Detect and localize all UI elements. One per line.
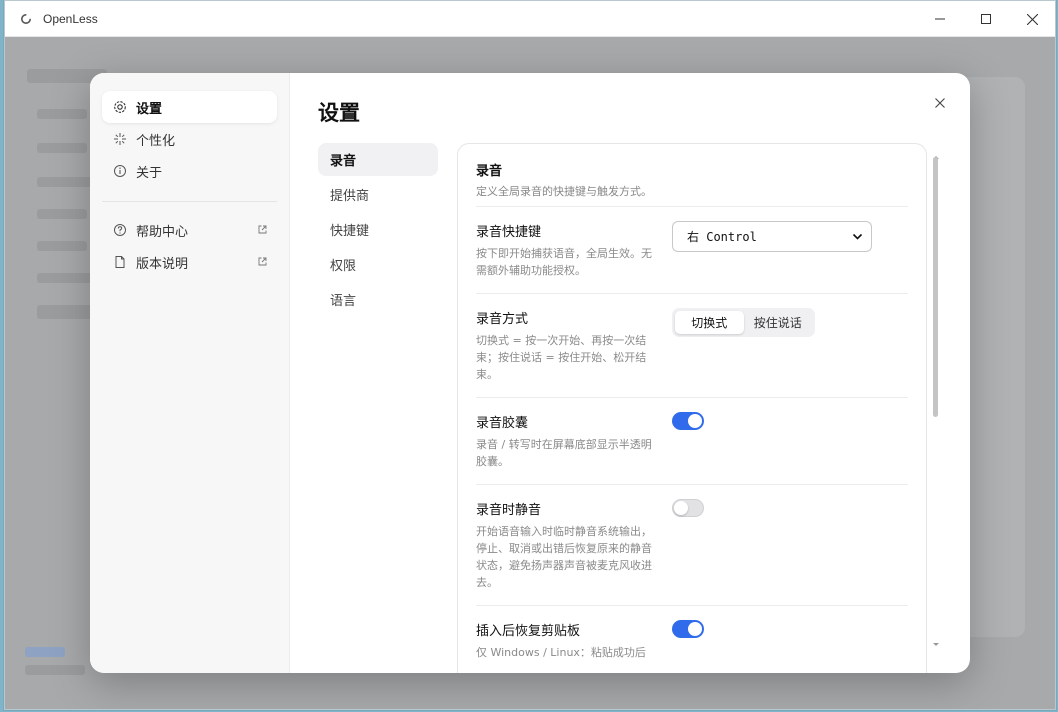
restore-clipboard-toggle[interactable] [672, 620, 704, 638]
mute-toggle[interactable] [672, 499, 704, 517]
setting-title: 插入后恢复剪贴板 [476, 624, 581, 639]
tab-permissions[interactable]: 权限 [318, 248, 438, 281]
title-bar: OpenLess [5, 1, 1055, 37]
info-icon [112, 163, 128, 179]
document-icon [112, 254, 128, 270]
sidebar-item-label: 个性化 [136, 133, 176, 149]
maximize-button[interactable] [963, 1, 1009, 37]
setting-title: 录音方式 [476, 312, 529, 327]
mode-option-toggle[interactable]: 切换式 [675, 311, 744, 334]
scroll-down-arrow-icon[interactable] [932, 633, 940, 652]
capsule-toggle[interactable] [672, 412, 704, 430]
tab-providers[interactable]: 提供商 [318, 178, 438, 211]
toggle-knob [688, 414, 702, 428]
setting-description: 切换式 = 按一次开始、再按一次结束；按住说话 = 按住开始、松开结束。 [476, 334, 647, 381]
external-link-icon [258, 223, 267, 238]
close-icon [935, 98, 945, 108]
minimize-button[interactable] [917, 1, 963, 37]
setting-title: 录音快捷键 [476, 225, 542, 240]
window-close-icon [1026, 13, 1038, 25]
sidebar-link-label: 版本说明 [136, 256, 189, 272]
setting-row-mode: 录音方式 切换式 = 按一次开始、再按一次结束；按住说话 = 按住开始、松开结束… [476, 294, 908, 398]
help-icon [112, 222, 128, 238]
window-close-button[interactable] [1009, 1, 1055, 37]
settings-subnav: 录音 提供商 快捷键 权限 语言 [318, 143, 438, 318]
hotkey-select[interactable]: 右 Control [672, 221, 872, 252]
content-scrollbar[interactable] [932, 145, 940, 646]
recording-mode-segmented-control: 切换式 按住说话 [672, 308, 815, 337]
app-logo-icon [19, 12, 33, 26]
window-controls [917, 1, 1055, 37]
setting-title: 录音时静音 [476, 503, 542, 518]
section-header: 录音 定义全局录音的快捷键与触发方式。 [476, 160, 908, 207]
section-title: 录音 [476, 164, 503, 179]
setting-description: 开始语音输入时临时静音系统输出，停止、取消或出错后恢复原来的静音状态，避免扬声器… [476, 525, 652, 589]
section-description: 定义全局录音的快捷键与触发方式。 [476, 185, 652, 198]
setting-description: 按下即开始捕获语音，全局生效。无需额外辅助功能授权。 [476, 247, 652, 277]
toggle-knob [688, 622, 702, 636]
settings-content-panel: 录音 定义全局录音的快捷键与触发方式。 录音快捷键 按下即开始捕获语音，全局生效… [457, 143, 927, 673]
setting-description: 仅 Windows / Linux：粘贴成功后 [476, 646, 646, 659]
sidebar-item-label: 关于 [136, 165, 163, 181]
sparkle-icon [112, 131, 128, 147]
external-link-icon [258, 255, 267, 270]
hotkey-select-value: 右 Control [687, 230, 757, 244]
setting-description: 录音 / 转写时在屏幕底部显示半透明胶囊。 [476, 438, 652, 468]
setting-row-hotkey: 录音快捷键 按下即开始捕获语音，全局生效。无需额外辅助功能授权。 右 Contr… [476, 207, 908, 294]
setting-row-capsule: 录音胶囊 录音 / 转写时在屏幕底部显示半透明胶囊。 [476, 398, 908, 485]
settings-sidebar: 设置 个性化 关于 帮助中心 版本说明 [90, 73, 290, 673]
settings-dialog: 设置 个性化 关于 帮助中心 版本说明 设置 录音 提供商 快捷键 权限 语言 … [90, 73, 970, 673]
dialog-title: 设置 [318, 101, 360, 125]
tab-shortcuts[interactable]: 快捷键 [318, 213, 438, 246]
dialog-close-button[interactable] [930, 93, 950, 113]
setting-row-mute: 录音时静音 开始语音输入时临时静音系统输出，停止、取消或出错后恢复原来的静音状态… [476, 485, 908, 606]
sidebar-link-label: 帮助中心 [136, 224, 189, 240]
sidebar-item-settings[interactable]: 设置 [102, 91, 277, 123]
chevron-down-icon [852, 231, 863, 245]
sidebar-link-help-center[interactable]: 帮助中心 [102, 214, 277, 246]
scrollbar-thumb[interactable] [933, 157, 938, 417]
setting-title: 录音胶囊 [476, 416, 529, 431]
app-window: OpenLess 设置 个性化 关于 帮助中心 版本说明 设置 录音 提供商 快… [4, 0, 1056, 710]
minimize-icon [935, 18, 945, 20]
sidebar-item-personalize[interactable]: 个性化 [102, 123, 277, 155]
sidebar-link-release-notes[interactable]: 版本说明 [102, 246, 277, 278]
sidebar-divider [102, 201, 277, 202]
sidebar-item-label: 设置 [136, 101, 163, 117]
maximize-icon [981, 14, 991, 24]
tab-language[interactable]: 语言 [318, 283, 438, 316]
window-title: OpenLess [43, 11, 98, 26]
sidebar-item-about[interactable]: 关于 [102, 155, 277, 187]
tab-recording[interactable]: 录音 [318, 143, 438, 176]
setting-row-restore-clipboard: 插入后恢复剪贴板 仅 Windows / Linux：粘贴成功后 [476, 606, 908, 673]
mode-option-push-to-talk[interactable]: 按住说话 [744, 311, 813, 334]
gear-icon [112, 99, 128, 115]
toggle-knob [674, 501, 688, 515]
